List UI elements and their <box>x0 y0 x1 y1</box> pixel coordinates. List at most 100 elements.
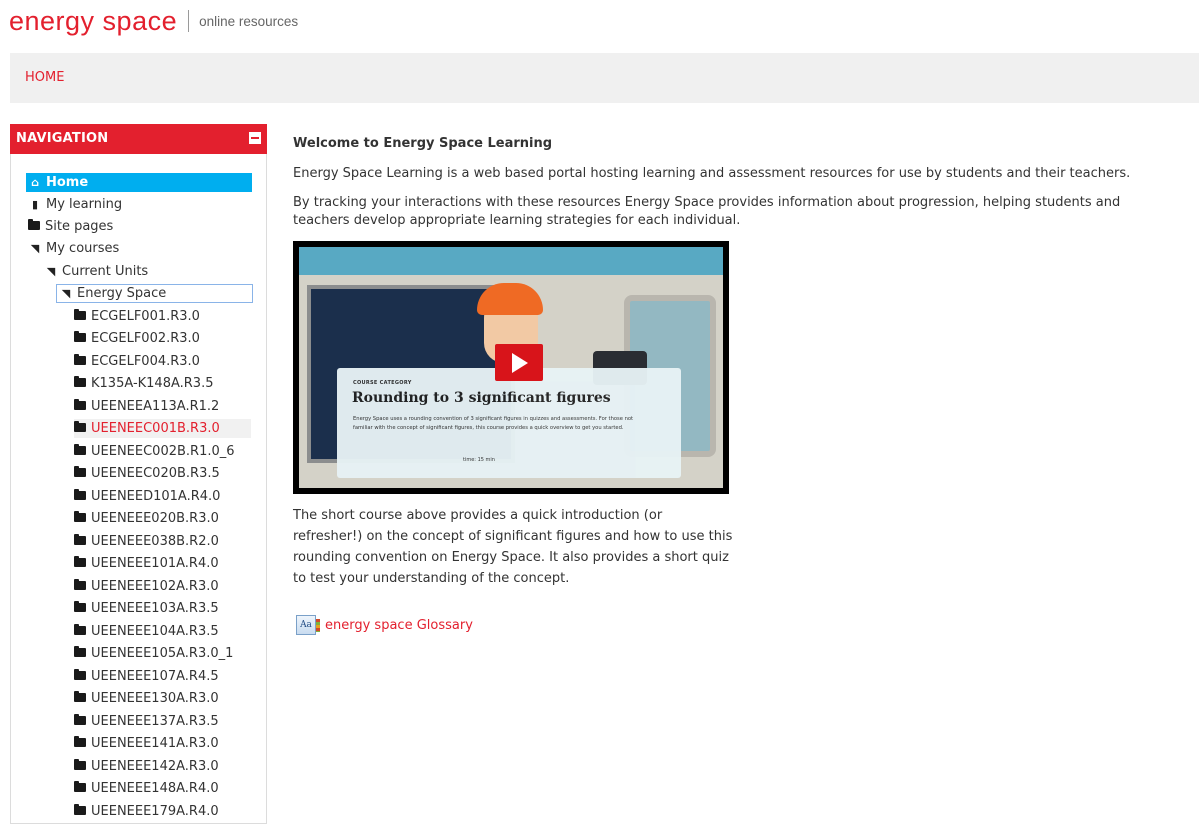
nav-course-item[interactable]: UEENEEE020B.R3.0 <box>74 509 219 528</box>
course-label: UEENEEE179A.R4.0 <box>91 804 219 819</box>
folder-icon <box>28 219 40 230</box>
folder-icon <box>74 399 86 410</box>
home-icon: ⌂ <box>31 176 39 189</box>
video-frame: COURSE CATEGORY Rounding to 3 significan… <box>299 247 723 488</box>
home-link[interactable]: HOME <box>25 70 64 85</box>
course-label: UEENEEE038B.R2.0 <box>91 534 219 549</box>
short-course-paragraph: The short course above provides a quick … <box>293 508 733 586</box>
folder-icon <box>74 556 86 567</box>
course-label: UEENEEE103A.R3.5 <box>91 601 219 616</box>
course-time: time: 15 min <box>463 457 495 463</box>
course-card: COURSE CATEGORY Rounding to 3 significan… <box>337 368 681 478</box>
nav-course-item[interactable]: UEENEEE137A.R3.5 <box>74 712 219 731</box>
top-navbar: HOME <box>10 53 1199 103</box>
collapse-icon[interactable] <box>249 132 261 144</box>
nav-item-label: My learning <box>46 197 123 212</box>
nav-item-label: Current Units <box>62 264 149 279</box>
course-label: K135A-K148A.R3.5 <box>91 376 214 391</box>
course-label: UEENEEE130A.R3.0 <box>91 691 219 706</box>
folder-open-icon: ◥ <box>61 287 71 300</box>
folder-icon <box>74 646 86 657</box>
navigation-title: NAVIGATION <box>16 131 109 146</box>
nav-course-item[interactable]: ECGELF002.R3.0 <box>74 329 200 348</box>
folder-icon <box>74 804 86 815</box>
nav-course-item[interactable]: UEENEEE141A.R3.0 <box>74 734 219 753</box>
folder-icon <box>74 331 86 342</box>
course-title: Rounding to 3 significant figures <box>352 390 611 406</box>
nav-course-item[interactable]: UEENEEE103A.R3.5 <box>74 599 219 618</box>
nav-item-my-courses[interactable]: ◥ My courses <box>28 239 120 258</box>
page-title: Welcome to Energy Space Learning <box>293 136 553 151</box>
course-label: UEENEEE142A.R3.0 <box>91 759 219 774</box>
nav-course-item[interactable]: UEENEEE105A.R3.0_1 <box>74 644 233 663</box>
course-label: ECGELF001.R3.0 <box>91 309 200 324</box>
course-label: UEENEEE107A.R4.5 <box>91 669 219 684</box>
nav-course-item[interactable]: UEENEEE104A.R3.5 <box>74 622 219 641</box>
scene-ceiling <box>299 247 723 275</box>
nav-course-item[interactable]: UEENEEA113A.R1.2 <box>74 397 219 416</box>
nav-course-item[interactable]: UEENEEE101A.R4.0 <box>74 554 219 573</box>
folder-icon <box>74 421 86 432</box>
nav-item-label: My courses <box>46 241 120 256</box>
intro-paragraph: Energy Space Learning is a web based por… <box>293 166 1131 181</box>
nav-item-energy-space[interactable]: ◥ Energy Space <box>56 284 253 303</box>
glossary-entry[interactable]: Aa energy space Glossary <box>296 615 473 635</box>
course-label: UEENEED101A.R4.0 <box>91 489 221 504</box>
folder-icon <box>74 489 86 500</box>
brand-separator <box>188 10 190 32</box>
nav-item-site-pages[interactable]: Site pages <box>28 217 113 236</box>
folder-icon <box>74 601 86 612</box>
nav-course-item[interactable]: K135A-K148A.R3.5 <box>74 374 213 393</box>
nav-course-item[interactable]: UEENEEE102A.R3.0 <box>74 577 219 596</box>
folder-icon <box>74 736 86 747</box>
nav-course-item[interactable]: UEENEEE107A.R4.5 <box>74 667 219 686</box>
course-label: UEENEEC020B.R3.5 <box>91 466 220 481</box>
folder-icon <box>74 669 86 680</box>
nav-item-my-learning[interactable]: ▮ My learning <box>28 195 122 214</box>
course-label: UEENEEE102A.R3.0 <box>91 579 219 594</box>
nav-course-item[interactable]: UEENEEE142A.R3.0 <box>74 757 219 776</box>
nav-course-item[interactable]: ECGELF001.R3.0 <box>74 307 200 326</box>
folder-open-icon: ◥ <box>30 242 40 255</box>
folder-icon <box>74 466 86 477</box>
course-label: UEENEEA113A.R1.2 <box>91 399 220 414</box>
folder-icon <box>74 714 86 725</box>
glossary-icon: Aa <box>296 615 320 635</box>
tracking-paragraph: By tracking your interactions with these… <box>293 195 1121 228</box>
course-description: Energy Space uses a rounding convention … <box>353 416 634 431</box>
navigation-block: NAVIGATION ⌂ Home ▮ My learning Site pages… <box>10 124 267 824</box>
navigation-header: NAVIGATION <box>10 124 267 154</box>
nav-course-item[interactable]: UEENEEE130A.R3.0 <box>74 689 219 708</box>
site-brand[interactable]: energy space online resources <box>9 6 298 36</box>
course-label: UEENEEE148A.R4.0 <box>91 781 219 796</box>
nav-course-item[interactable]: UEENEEE038B.R2.0 <box>74 532 219 551</box>
folder-icon <box>74 534 86 545</box>
glossary-link[interactable]: energy space Glossary <box>325 618 473 633</box>
nav-item-home[interactable]: ⌂ Home <box>26 173 252 192</box>
course-label: UEENEEE020B.R3.0 <box>91 511 219 526</box>
nav-course-item[interactable]: UEENEEC002B.R1.0_6 <box>74 442 235 461</box>
course-label: UEENEEC002B.R1.0_6 <box>91 444 235 459</box>
play-icon[interactable] <box>495 344 543 381</box>
course-label: UEENEEE137A.R3.5 <box>91 714 219 729</box>
course-category: COURSE CATEGORY <box>353 380 412 386</box>
nav-item-label: Energy Space <box>77 286 167 301</box>
nav-course-item-active[interactable]: UEENEEC001B.R3.0 <box>74 419 251 438</box>
folder-icon <box>74 781 86 792</box>
nav-course-item[interactable]: UEENEED101A.R4.0 <box>74 487 220 506</box>
nav-course-item[interactable]: ECGELF004.R3.0 <box>74 352 200 371</box>
folder-open-icon: ◥ <box>46 265 56 278</box>
nav-item-label: Site pages <box>45 219 114 234</box>
nav-course-item[interactable]: UEENEEE148A.R4.0 <box>74 779 219 798</box>
nav-course-item[interactable]: UEENEEC020B.R3.5 <box>74 464 220 483</box>
course-label: UEENEEE105A.R3.0_1 <box>91 646 234 661</box>
nav-item-label: Home <box>46 175 89 190</box>
video-player[interactable]: COURSE CATEGORY Rounding to 3 significan… <box>293 241 729 494</box>
folder-icon <box>74 354 86 365</box>
folder-icon <box>74 691 86 702</box>
nav-item-current-units[interactable]: ◥ Current Units <box>44 262 148 281</box>
folder-icon <box>74 376 86 387</box>
course-label: ECGELF002.R3.0 <box>91 331 200 346</box>
nav-course-item[interactable]: UEENEEE179A.R4.0 <box>74 802 219 821</box>
folder-icon <box>74 579 86 590</box>
